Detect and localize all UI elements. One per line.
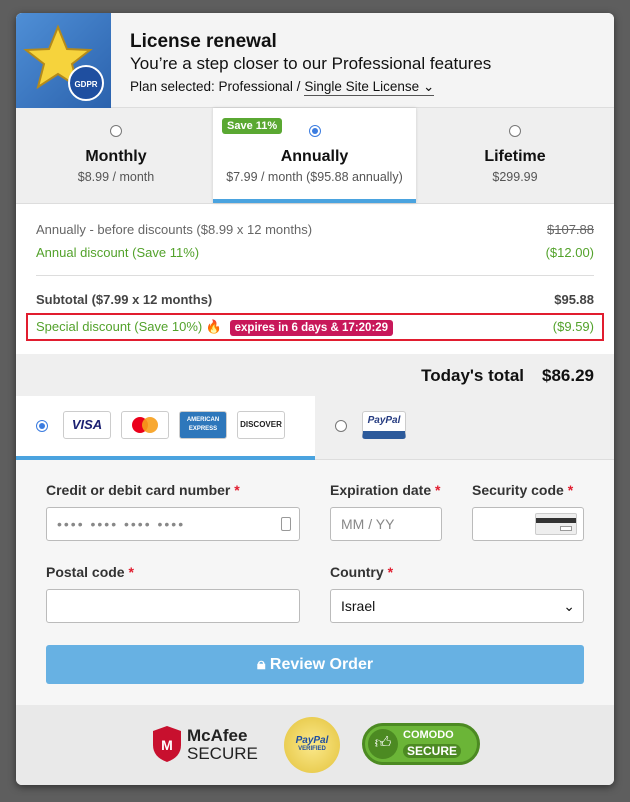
fire-icon: 🔥 [205,319,223,334]
license-select[interactable]: Single Site License ⌄ [304,79,435,96]
special-discount-row: Special discount (Save 10%) 🔥 expires in… [36,319,394,336]
summary-label: Annual discount (Save 11%) [36,245,200,260]
license-select-value: Single Site License [304,79,420,94]
plan-annually-radio[interactable] [308,125,321,137]
product-logo: GDPR [16,13,111,108]
expiration-label: Expiration date * [330,482,441,498]
country-label: Country * [330,564,394,580]
plan-price: $8.99 / month [77,170,155,184]
special-discount-highlight: Special discount (Save 10%) 🔥 expires in… [26,313,604,341]
plan-price: $7.99 / month ($95.88 annually) [226,170,403,184]
summary-row-annual-discount: Annual discount (Save 11%) ($12.00) [36,245,594,260]
page-subtitle: You’re a step closer to our Professional… [130,54,492,73]
expiration-input[interactable]: MM / YY [330,507,442,541]
header: GDPR License renewal You’re a step close… [16,13,614,108]
svg-text:GDPR: GDPR [74,80,97,89]
review-order-button[interactable]: 🔒︎ Review Order [46,645,584,684]
mastercard-icon [121,411,169,439]
summary-value: ($12.00) [545,245,594,260]
country-select[interactable]: Israel ⌄ [330,589,584,623]
card-number-input[interactable]: •••• •••• •••• •••• [46,507,300,541]
total-value: $86.29 [542,366,594,385]
lock-icon: 🔒︎ [256,656,266,673]
tab-credit-card[interactable]: VISA AMERICAN EXPRESS DISCOVER [16,396,315,460]
chevron-down-icon: ⌄ [563,598,575,614]
plan-price: $299.99 [492,170,538,184]
plan-selected: Plan selected: Professional / Single Site… [130,79,435,96]
summary-label: Special discount (Save 10%) [36,319,203,334]
visa-icon: VISA [63,411,111,439]
star-icon: GDPR [23,24,104,101]
comodo-secure-badge: 👍︎ COMODO SECURE [362,723,480,765]
payment-method-tabs: VISA AMERICAN EXPRESS DISCOVER PayPal [16,396,614,460]
plan-selector: Monthly $8.99 / month Save 11% Annually … [16,108,614,204]
plan-annually[interactable]: Save 11% Annually $7.99 / month ($95.88 … [213,108,416,203]
credit-card-radio[interactable] [36,420,48,432]
plan-name: Annually [280,148,349,165]
discover-icon: DISCOVER [237,411,285,439]
mcafee-badge: M McAfee SECURE [151,725,263,765]
cvc-card-icon [535,513,577,535]
security-code-input[interactable] [472,507,584,541]
postal-code-label: Postal code * [46,564,134,580]
plan-monthly-radio[interactable] [110,125,122,137]
summary-row-before: Annually - before discounts ($8.99 x 12 … [36,222,594,237]
chevron-down-icon: ⌄ [422,79,435,94]
amex-icon: AMERICAN EXPRESS [179,411,227,439]
plan-lifetime[interactable]: Lifetime $299.99 [415,108,614,204]
summary-label: Subtotal ($7.99 x 12 months) [36,292,213,307]
autofill-icon [281,517,291,531]
plan-monthly[interactable]: Monthly $8.99 / month [16,108,216,204]
summary-value: $95.88 [554,292,594,307]
summary-row-subtotal: Subtotal ($7.99 x 12 months) $95.88 [36,292,594,307]
card-number-placeholder: •••• •••• •••• •••• [57,516,186,532]
paypal-radio[interactable] [335,420,347,432]
divider [36,275,594,276]
plan-selected-prefix: Plan selected: Professional / [130,79,301,94]
checkout-dialog: GDPR License renewal You’re a step close… [16,13,614,785]
summary-value: $107.88 [547,222,594,237]
save-badge: Save 11% [222,118,283,134]
expires-badge: expires in 6 days & 17:20:29 [229,320,394,336]
mcafee-shield-icon: M [153,726,181,762]
page-title: License renewal [130,31,277,52]
total-label: Today's total [421,366,524,385]
svg-text:M: M [161,737,173,753]
thumbs-up-icon: 👍︎ [368,729,398,759]
plan-lifetime-radio[interactable] [509,125,521,137]
paypal-icon: PayPal [362,411,406,439]
paypal-verified-badge: PayPal VERIFIED [284,717,340,773]
security-code-label: Security code * [472,482,574,498]
plan-name: Monthly [85,148,147,165]
summary-label: Annually - before discounts ($8.99 x 12 … [36,222,313,237]
tab-paypal[interactable]: PayPal [315,396,614,460]
plan-name: Lifetime [484,148,546,165]
review-order-label: Review Order [269,656,374,673]
special-discount-value: ($9.59) [552,319,594,334]
total-bar: Today's total $86.29 [16,354,614,396]
trust-badges: M McAfee SECURE PayPal VERIFIED 👍︎ COMOD… [16,705,614,785]
card-number-label: Credit or debit card number * [46,482,240,498]
postal-code-input[interactable] [46,589,300,623]
country-select-value: Israel [341,598,376,614]
